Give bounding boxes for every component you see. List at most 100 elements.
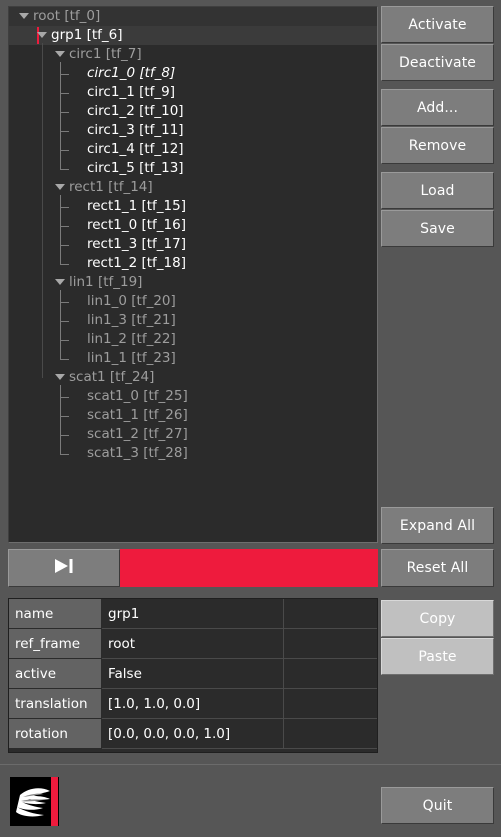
property-row[interactable]: name grp1: [9, 599, 377, 629]
activate-button[interactable]: Activate: [381, 6, 494, 43]
chevron-down-icon[interactable]: [55, 51, 65, 57]
tree-connector-line: [42, 43, 43, 378]
quit-button[interactable]: Quit: [381, 787, 494, 824]
tree-node-label: scat1_0 [tf_25]: [87, 388, 188, 404]
tree-connector-line: [60, 112, 69, 113]
tree-row[interactable]: rect1 [tf_14]: [9, 178, 377, 197]
property-value[interactable]: grp1: [102, 599, 284, 629]
tree-connector-line: [60, 353, 61, 359]
property-row[interactable]: active False: [9, 659, 377, 689]
property-row-filler: [284, 689, 377, 719]
tree-row[interactable]: root [tf_0]: [9, 7, 377, 26]
tree-node-label: circ1_5 [tf_13]: [87, 160, 184, 176]
property-row-filler: [284, 629, 377, 659]
tree-connector-line: [60, 207, 69, 208]
tree-node-label: rect1_0 [tf_16]: [87, 217, 187, 233]
tree-node-label: scat1_3 [tf_28]: [87, 445, 188, 461]
tree-node-label: circ1_3 [tf_11]: [87, 122, 184, 138]
tree-connector-line: [60, 258, 61, 264]
chevron-down-icon[interactable]: [55, 279, 65, 285]
property-value[interactable]: root: [102, 629, 284, 659]
property-value[interactable]: [0.0, 0.0, 0.0, 1.0]: [102, 719, 284, 749]
property-key: active: [9, 659, 102, 689]
tree-row[interactable]: circ1 [tf_7]: [9, 45, 377, 64]
tree-connector-line: [60, 220, 61, 226]
expand-all-button[interactable]: Expand All: [381, 507, 494, 544]
tree-connector-line: [60, 239, 61, 245]
tree-node-label: circ1_1 [tf_9]: [87, 84, 175, 100]
tree-node-label: scat1_2 [tf_27]: [87, 426, 188, 442]
tree-row[interactable]: lin1 [tf_19]: [9, 273, 377, 292]
tree-connector-line: [60, 321, 69, 322]
clipboard-button-column: Copy Paste: [381, 600, 494, 675]
tree-connector-line: [60, 144, 61, 150]
tree-connector-line: [60, 68, 61, 74]
scene-tree-panel[interactable]: root [tf_0] grp1 [tf_6] circ1 [tf_7] circ1_…: [8, 6, 378, 543]
progress-bar[interactable]: [120, 549, 378, 587]
remove-button[interactable]: Remove: [381, 127, 494, 164]
tree-row[interactable]: scat1 [tf_24]: [9, 368, 377, 387]
tree-connector-line: [60, 150, 69, 151]
tree-connector-line: [60, 163, 61, 169]
property-key: name: [9, 599, 102, 629]
tree-connector-line: [60, 74, 69, 75]
tree-connector-line: [60, 226, 69, 227]
tree-connector-line: [60, 201, 61, 207]
step-forward-icon: [51, 557, 77, 579]
save-button[interactable]: Save: [381, 210, 494, 247]
paste-button[interactable]: Paste: [381, 638, 494, 675]
add-button[interactable]: Add...: [381, 89, 494, 126]
chevron-down-icon[interactable]: [55, 184, 65, 190]
load-button[interactable]: Load: [381, 172, 494, 209]
tree-connector-line: [60, 359, 69, 360]
tree-node-label: lin1_3 [tf_21]: [87, 312, 176, 328]
tree-connector-line: [60, 391, 61, 397]
tree-node-label: lin1_2 [tf_22]: [87, 331, 176, 347]
action-button-column: Activate Deactivate Add... Remove Load S…: [381, 6, 494, 247]
tree-connector-line: [60, 125, 61, 131]
property-row-filler: [284, 719, 377, 749]
property-row-filler: [284, 599, 377, 629]
tree-connector-line: [60, 93, 69, 94]
tree-node-label: scat1_1 [tf_26]: [87, 407, 188, 423]
property-key: translation: [9, 689, 102, 719]
property-row[interactable]: rotation [0.0, 0.0, 0.0, 1.0]: [9, 719, 377, 749]
tree-connector-line: [60, 131, 69, 132]
tree-connector-line: [60, 334, 61, 340]
tree-connector-line: [60, 302, 69, 303]
tree-connector-line: [60, 62, 61, 169]
chevron-down-icon[interactable]: [19, 13, 29, 19]
tree-node-label: lin1_0 [tf_20]: [87, 293, 176, 309]
tree-node-label: circ1_4 [tf_12]: [87, 141, 184, 157]
tree-connector-line: [60, 106, 61, 112]
chevron-down-icon[interactable]: [37, 32, 47, 38]
tree-node-label: scat1 [tf_24]: [69, 369, 155, 385]
tree-node-label: circ1_0 [tf_8]: [87, 65, 176, 81]
tree-node-label: lin1_1 [tf_23]: [87, 350, 176, 366]
chevron-down-icon[interactable]: [55, 374, 65, 380]
property-value[interactable]: [1.0, 1.0, 0.0]: [102, 689, 284, 719]
tree-node-label: circ1_2 [tf_10]: [87, 103, 184, 119]
tree-connector-line: [60, 87, 61, 93]
step-forward-button[interactable]: [8, 549, 120, 587]
tree-node-label: grp1 [tf_6]: [51, 27, 123, 43]
tree-node-label: root [tf_0]: [33, 8, 101, 24]
property-table[interactable]: name grp1 ref_frame root active False translat…: [8, 598, 378, 753]
tree-connector-line: [60, 340, 69, 341]
deactivate-button[interactable]: Deactivate: [381, 44, 494, 81]
property-key: rotation: [9, 719, 102, 749]
copy-button[interactable]: Copy: [381, 600, 494, 637]
property-row-filler: [284, 659, 377, 689]
tree-connector-line: [60, 397, 69, 398]
property-row[interactable]: ref_frame root: [9, 629, 377, 659]
property-row[interactable]: translation [1.0, 1.0, 0.0]: [9, 689, 377, 719]
tree-connector-line: [60, 429, 61, 435]
tree-row[interactable]: grp1 [tf_6]: [9, 26, 377, 45]
tree-connector-line: [60, 416, 69, 417]
property-key: ref_frame: [9, 629, 102, 659]
transport-bar: [8, 549, 378, 587]
tree-connector-line: [60, 169, 69, 170]
tree-connector-line: [60, 264, 69, 265]
reset-all-button[interactable]: Reset All: [381, 549, 494, 587]
property-value[interactable]: False: [102, 659, 284, 689]
